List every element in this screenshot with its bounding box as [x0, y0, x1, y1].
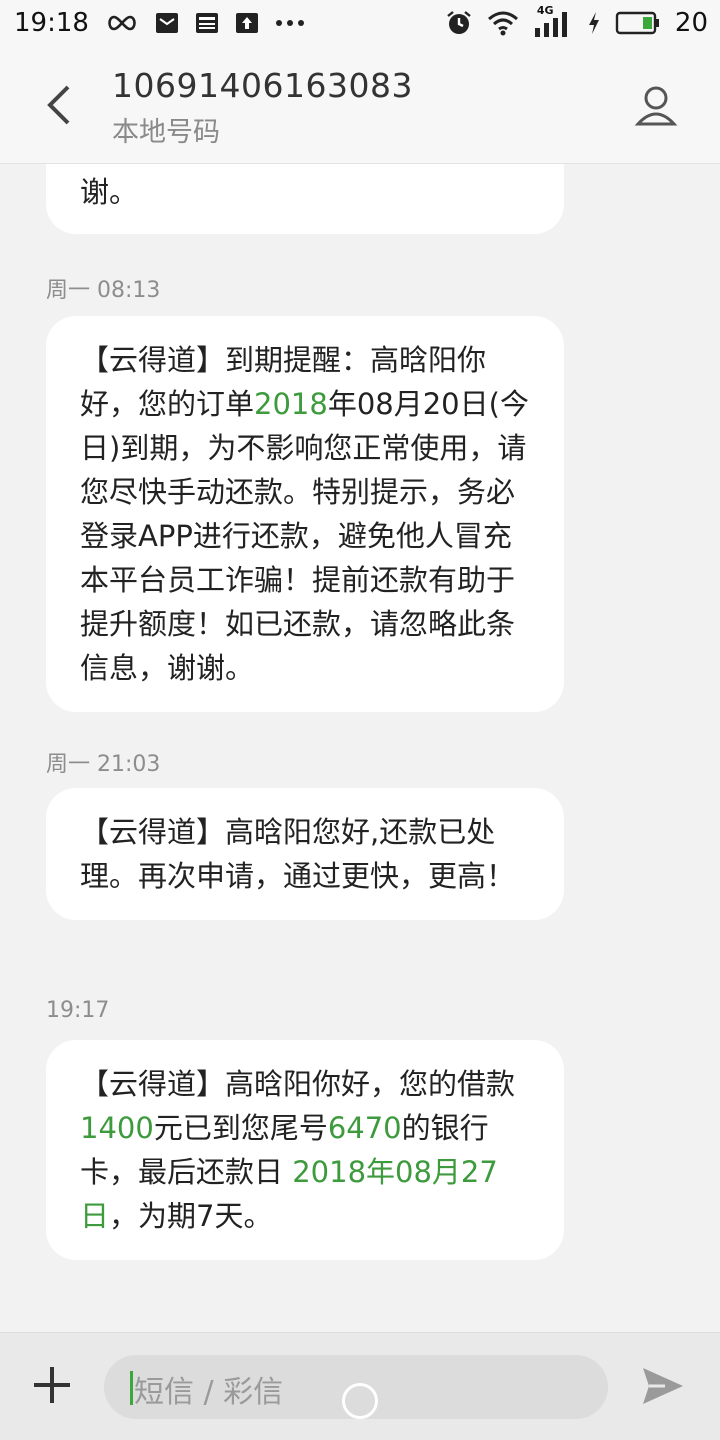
back-button[interactable]: [34, 80, 84, 130]
plus-icon: [34, 1367, 70, 1403]
message-timestamp: 周一 21:03: [46, 752, 161, 777]
highlighted-year[interactable]: 2018: [254, 387, 328, 421]
message-bubble[interactable]: 【云得道】到期提醒：高晗阳你好，您的订单2018年08月20日(今日)到期，为不…: [46, 316, 564, 712]
charging-icon: [587, 11, 601, 35]
battery-icon: [615, 11, 661, 35]
signal-icon: 4G: [533, 4, 573, 38]
message-timestamp: 周一 08:13: [46, 278, 161, 303]
message-text: 【云得道】高晗阳您好,还款已处理。再次申请，通过更快，更高！: [80, 815, 516, 893]
alarm-icon: [445, 9, 473, 37]
message-bubble[interactable]: 谢。: [46, 164, 564, 234]
message-text: 元已到您尾号: [153, 1111, 328, 1145]
message-input-placeholder: 短信 / 彩信: [134, 1375, 284, 1410]
contact-number: 10691406163083: [112, 66, 413, 105]
news-icon: [195, 11, 219, 35]
message-thread[interactable]: 谢。 周一 08:13 【云得道】到期提醒：高晗阳你好，您的订单2018年08月…: [0, 164, 720, 1332]
back-arrow-icon: [47, 85, 70, 125]
upload-icon: [235, 11, 259, 35]
home-indicator-icon[interactable]: [342, 1383, 378, 1419]
message-bubble[interactable]: 【云得道】高晗阳你好，您的借款1400元已到您尾号6470的银行卡，最后还款日 …: [46, 1040, 564, 1260]
send-button[interactable]: [638, 1361, 688, 1411]
message-text: 【云得道】高晗阳你好，您的借款: [80, 1067, 516, 1101]
mail-icon: [155, 11, 179, 35]
message-timestamp: 19:17: [46, 998, 110, 1023]
send-icon: [643, 1368, 683, 1404]
battery-percent: 20: [674, 8, 708, 38]
network-label: 4G: [536, 4, 554, 17]
highlighted-amount[interactable]: 1400: [80, 1111, 154, 1145]
add-attachment-button[interactable]: [28, 1361, 76, 1409]
infinity-icon: [105, 13, 139, 33]
highlighted-card-number[interactable]: 6470: [328, 1111, 402, 1145]
contact-location-label: 本地号码: [112, 117, 220, 148]
more-dots-icon: [275, 18, 305, 28]
person-icon: [634, 86, 678, 126]
message-text: ，为期7天。: [109, 1199, 273, 1233]
message-text: 谢。: [80, 175, 139, 209]
status-time: 19:18: [14, 8, 89, 38]
conversation-header: 10691406163083 本地号码: [0, 46, 720, 164]
message-text: 年08月20日(今日)到期，为不影响您正常使用，请您尽快手动还款。特别提示，务必…: [80, 387, 529, 685]
status-bar: 19:18 4G 20: [0, 0, 720, 46]
wifi-icon: [487, 10, 519, 36]
message-bubble[interactable]: 【云得道】高晗阳您好,还款已处理。再次申请，通过更快，更高！: [46, 788, 564, 920]
contact-button[interactable]: [628, 78, 684, 134]
text-cursor: [130, 1371, 133, 1405]
composer-bar: 短信 / 彩信: [0, 1332, 720, 1440]
